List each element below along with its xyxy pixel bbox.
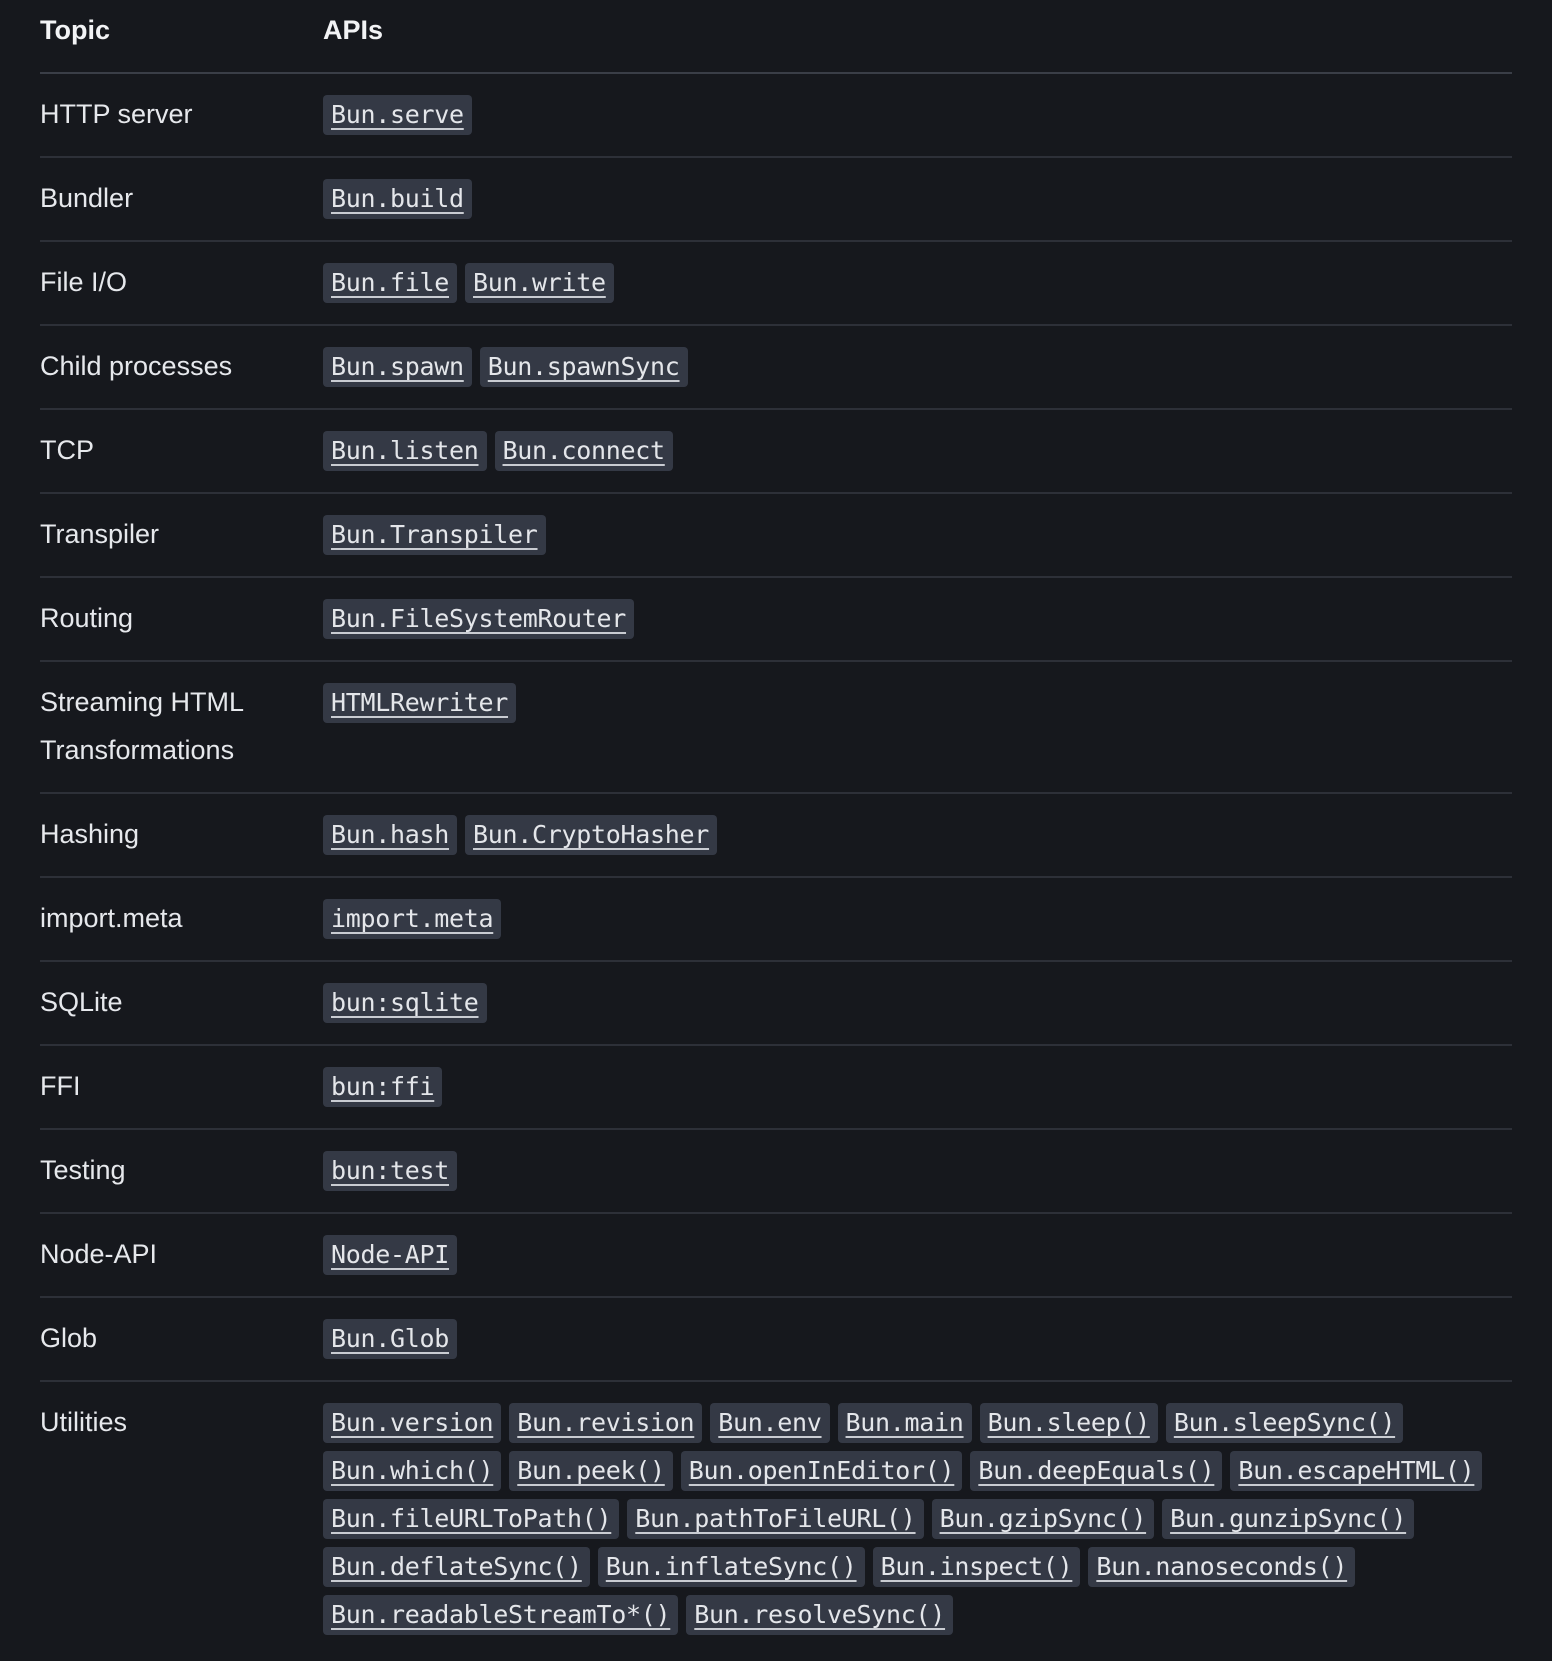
api-link[interactable]: import.meta	[323, 899, 502, 939]
table-row: Transpiler Bun.Transpiler	[40, 493, 1512, 578]
apis-cell: bun:ffi	[323, 1045, 1512, 1130]
table-row: FFI bun:ffi	[40, 1045, 1512, 1130]
apis-cell: Bun.hash Bun.CryptoHasher	[323, 793, 1512, 878]
api-link[interactable]: Bun.readableStreamTo*()	[323, 1595, 679, 1635]
api-link[interactable]: Bun.deepEquals()	[970, 1451, 1223, 1491]
table-body: HTTP server Bun.serve Bundler Bun.build File…	[40, 73, 1512, 1661]
api-link[interactable]: Bun.Transpiler	[323, 515, 546, 555]
apis-cell: Bun.file Bun.write	[323, 241, 1512, 326]
apis-cell: Bun.FileSystemRouter	[323, 577, 1512, 662]
api-link[interactable]: Bun.deflateSync()	[323, 1547, 590, 1587]
api-link[interactable]: bun:test	[323, 1151, 458, 1191]
table-row: HTTP server Bun.serve	[40, 73, 1512, 158]
api-link[interactable]: Bun.file	[323, 263, 458, 303]
api-link[interactable]: Bun.gzipSync()	[931, 1499, 1155, 1539]
apis-cell: Node-API	[323, 1213, 1512, 1298]
table-row: import.meta import.meta	[40, 877, 1512, 962]
topic-cell: import.meta	[40, 877, 323, 962]
api-link[interactable]: Bun.env	[710, 1403, 830, 1443]
apis-cell: Bun.build	[323, 157, 1512, 242]
topic-cell: Hashing	[40, 793, 323, 878]
apis-cell: bun:test	[323, 1129, 1512, 1214]
table-row: File I/O Bun.file Bun.write	[40, 241, 1512, 326]
api-link[interactable]: Bun.which()	[323, 1451, 502, 1491]
apis-cell: import.meta	[323, 877, 1512, 962]
api-link[interactable]: Bun.Glob	[323, 1319, 458, 1359]
api-link[interactable]: Bun.fileURLToPath()	[323, 1499, 620, 1539]
table-row: Hashing Bun.hash Bun.CryptoHasher	[40, 793, 1512, 878]
apis-cell: Bun.Transpiler	[323, 493, 1512, 578]
topic-cell: Child processes	[40, 325, 323, 410]
apis-cell: Bun.version Bun.revision Bun.env Bun.main Bu…	[323, 1381, 1512, 1661]
api-link[interactable]: Bun.version	[323, 1403, 502, 1443]
table-row: Streaming HTML Transformations HTMLRewrit…	[40, 661, 1512, 794]
table-row: Node-API Node-API	[40, 1213, 1512, 1298]
table-row: Glob Bun.Glob	[40, 1297, 1512, 1382]
api-table: Topic APIs HTTP server Bun.serve Bundler Bu…	[40, 0, 1512, 1661]
table-row: Bundler Bun.build	[40, 157, 1512, 242]
table-row: Utilities Bun.version Bun.revision Bun.env B…	[40, 1381, 1512, 1661]
api-link[interactable]: Node-API	[323, 1235, 458, 1275]
table-header-row: Topic APIs	[40, 0, 1512, 74]
apis-cell: Bun.spawn Bun.spawnSync	[323, 325, 1512, 410]
apis-cell: Bun.serve	[323, 73, 1512, 158]
api-link[interactable]: Bun.inspect()	[872, 1547, 1081, 1587]
api-link[interactable]: Bun.CryptoHasher	[465, 815, 718, 855]
topic-cell: Streaming HTML Transformations	[40, 661, 323, 794]
api-link[interactable]: Bun.main	[837, 1403, 972, 1443]
api-link[interactable]: Bun.revision	[509, 1403, 703, 1443]
api-link[interactable]: Bun.write	[465, 263, 614, 303]
apis-cell: Bun.Glob	[323, 1297, 1512, 1382]
table-row: Testing bun:test	[40, 1129, 1512, 1214]
topic-cell: Utilities	[40, 1407, 128, 1437]
topic-cell: Routing	[40, 577, 323, 662]
api-link[interactable]: Bun.listen	[323, 431, 487, 471]
topic-cell: Bundler	[40, 157, 323, 242]
api-link[interactable]: Bun.escapeHTML()	[1230, 1451, 1483, 1491]
api-link[interactable]: Bun.pathToFileURL()	[627, 1499, 924, 1539]
topic-cell: TCP	[40, 409, 323, 494]
api-link[interactable]: Bun.spawnSync	[479, 347, 688, 387]
api-link[interactable]: Bun.peek()	[509, 1451, 673, 1491]
table-row: Routing Bun.FileSystemRouter	[40, 577, 1512, 662]
topic-cell: Glob	[40, 1297, 323, 1382]
api-link[interactable]: Bun.connect	[494, 431, 673, 471]
api-link[interactable]: Bun.hash	[323, 815, 458, 855]
apis-cell: bun:sqlite	[323, 961, 1512, 1046]
topic-cell: Node-API	[40, 1213, 323, 1298]
api-link[interactable]: Bun.resolveSync()	[686, 1595, 954, 1635]
api-link[interactable]: Bun.serve	[323, 95, 472, 135]
api-link[interactable]: bun:sqlite	[323, 983, 487, 1023]
topic-cell: HTTP server	[40, 73, 323, 158]
api-link[interactable]: Bun.nanoseconds()	[1088, 1547, 1356, 1587]
api-link[interactable]: Bun.spawn	[323, 347, 472, 387]
api-link[interactable]: Bun.FileSystemRouter	[323, 599, 635, 639]
table-row: SQLite bun:sqlite	[40, 961, 1512, 1046]
api-link[interactable]: HTMLRewriter	[323, 683, 517, 723]
api-link[interactable]: Bun.gunzipSync()	[1162, 1499, 1415, 1539]
table-row: Child processes Bun.spawn Bun.spawnSync	[40, 325, 1512, 410]
column-header-topic: Topic	[40, 0, 323, 74]
topic-cell: File I/O	[40, 241, 323, 326]
apis-cell: HTMLRewriter	[323, 661, 1512, 794]
api-link[interactable]: bun:ffi	[323, 1067, 443, 1107]
table-row: TCP Bun.listen Bun.connect	[40, 409, 1512, 494]
column-header-apis: APIs	[323, 0, 1512, 74]
topic-cell: SQLite	[40, 961, 323, 1046]
topic-cell: Transpiler	[40, 493, 323, 578]
topic-cell: FFI	[40, 1045, 323, 1130]
api-table-container: Topic APIs HTTP server Bun.serve Bundler Bu…	[40, 0, 1512, 1661]
api-link[interactable]: Bun.inflateSync()	[597, 1547, 865, 1587]
api-link[interactable]: Bun.sleepSync()	[1165, 1403, 1404, 1443]
apis-cell: Bun.listen Bun.connect	[323, 409, 1512, 494]
api-link[interactable]: Bun.openInEditor()	[680, 1451, 963, 1491]
topic-cell: Testing	[40, 1129, 323, 1214]
api-link[interactable]: Bun.build	[323, 179, 472, 219]
api-link[interactable]: Bun.sleep()	[979, 1403, 1158, 1443]
